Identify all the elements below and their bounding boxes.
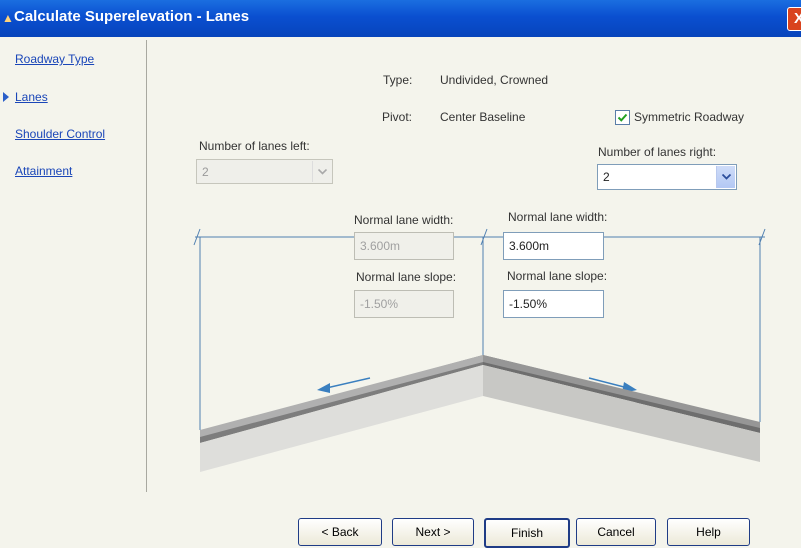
back-button[interactable]: < Back xyxy=(298,518,382,546)
symmetric-roadway-checkbox[interactable] xyxy=(615,110,630,125)
lanes-right-label: Number of lanes right: xyxy=(598,145,717,159)
right-slope-label: Normal lane slope: xyxy=(507,269,608,283)
help-button[interactable]: Help xyxy=(667,518,750,546)
pivot-value: Center Baseline xyxy=(440,110,526,124)
left-slope-field[interactable]: -1.50% xyxy=(354,290,454,318)
nav-roadway-type[interactable]: Roadway Type xyxy=(15,52,94,66)
left-width-label: Normal lane width: xyxy=(354,213,454,227)
cancel-button[interactable]: Cancel xyxy=(576,518,656,546)
finish-button[interactable]: Finish xyxy=(484,518,570,548)
nav-shoulder-control[interactable]: Shoulder Control xyxy=(15,127,105,141)
symmetric-roadway-label[interactable]: Symmetric Roadway xyxy=(634,110,744,124)
lanes-left-select[interactable]: 2 xyxy=(196,159,333,184)
nav-divider xyxy=(146,40,147,492)
left-width-field[interactable]: 3.600m xyxy=(354,232,454,260)
chevron-down-icon[interactable] xyxy=(716,166,735,188)
type-label: Type: xyxy=(383,73,413,87)
app-icon: ▲ xyxy=(2,11,14,25)
cross-section-diagram xyxy=(193,228,766,472)
wizard-nav: Roadway Type Lanes Shoulder Control Atta… xyxy=(0,37,146,492)
chevron-down-icon xyxy=(312,161,331,182)
right-slope-field[interactable]: -1.50% xyxy=(503,290,604,318)
left-slope-label: Normal lane slope: xyxy=(356,270,457,284)
pivot-label: Pivot: xyxy=(382,110,413,124)
title-bar[interactable]: ▲ Calculate Superelevation - Lanes xyxy=(0,0,801,37)
nav-attainment[interactable]: Attainment xyxy=(15,164,72,178)
lanes-right-select[interactable]: 2 xyxy=(597,164,737,190)
right-width-label: Normal lane width: xyxy=(508,210,608,224)
window-title: Calculate Superelevation - Lanes xyxy=(14,8,250,25)
lanes-left-label: Number of lanes left: xyxy=(199,139,310,153)
type-value: Undivided, Crowned xyxy=(440,73,549,87)
nav-lanes[interactable]: Lanes xyxy=(15,90,48,104)
current-step-arrow-icon xyxy=(3,92,9,102)
right-width-field[interactable]: 3.600m xyxy=(503,232,604,260)
close-button[interactable]: X xyxy=(787,7,801,31)
close-icon: X xyxy=(793,10,801,27)
checkmark-icon xyxy=(617,113,628,122)
next-button[interactable]: Next > xyxy=(392,518,474,546)
